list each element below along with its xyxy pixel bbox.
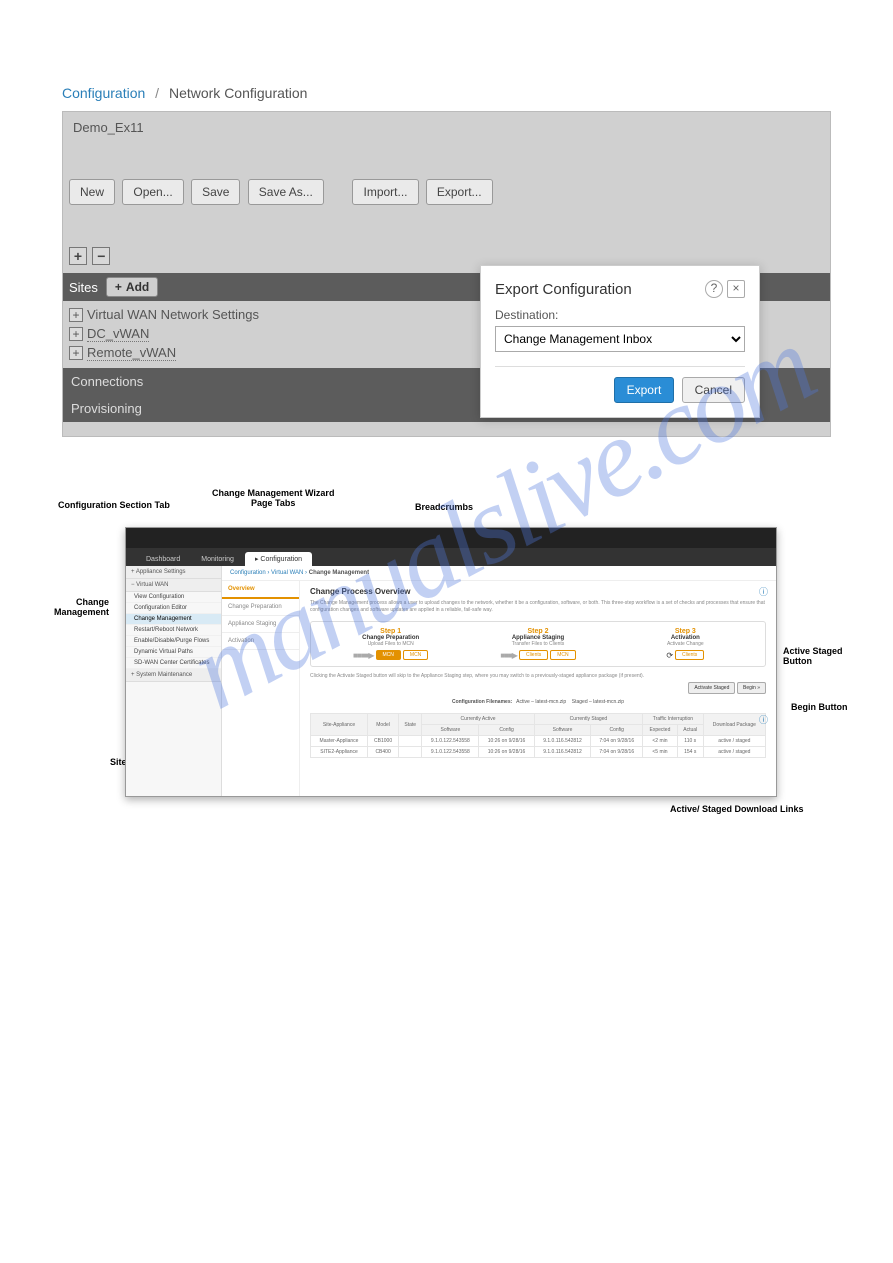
crumb-current: Change Management — [309, 570, 369, 576]
callout-wizard-tabs: Change Management Wizard Page Tabs — [212, 488, 334, 508]
side-item[interactable]: Configuration Editor — [126, 603, 221, 614]
help-icon[interactable]: ⓘ — [759, 585, 768, 598]
toolbar: New Open... Save Save As... Import... Ex… — [63, 175, 830, 215]
side-head-appliance[interactable]: + Appliance Settings — [126, 566, 221, 579]
download-link[interactable]: active / staged — [703, 736, 765, 747]
side-item[interactable]: Enable/Disable/Purge Flows — [126, 636, 221, 647]
side-item[interactable]: View Configuration — [126, 592, 221, 603]
wizard-tabs: Overview Change Preparation Appliance St… — [222, 581, 300, 796]
th-state: State — [399, 714, 422, 736]
export-confirm-button[interactable]: Export — [614, 377, 675, 403]
step-sub: Transfer Files to Clients — [464, 641, 611, 647]
page-title: Change Process Overview — [310, 587, 766, 596]
breadcrumb: Configuration / Network Configuration — [62, 85, 831, 101]
cancel-button[interactable]: Cancel — [682, 377, 745, 403]
side-head-sys[interactable]: + System Maintenance — [126, 669, 221, 682]
wizard-tab-overview[interactable]: Overview — [222, 581, 299, 599]
side-item-change-mgmt[interactable]: Change Management — [126, 614, 221, 625]
wizard-tab-activation[interactable]: Activation — [222, 633, 299, 650]
saveas-button[interactable]: Save As... — [248, 179, 324, 205]
step-2: Step 2 Appliance Staging Transfer Files … — [464, 628, 611, 660]
page-note: Clicking the Activate Staged button will… — [310, 673, 766, 679]
add-site-button[interactable]: +Add — [106, 277, 158, 297]
breadcrumb-link[interactable]: Configuration — [62, 85, 145, 101]
app-topbar — [126, 528, 776, 548]
config-filenames: Configuration Filenames: Active – latest… — [310, 695, 766, 709]
callout-change-mgmt: Change Management — [54, 597, 109, 617]
badge: Clients — [675, 650, 704, 660]
destination-label: Destination: — [495, 308, 745, 322]
callout-config-tab: Configuration Section Tab — [58, 500, 170, 510]
th-staged: Currently Staged — [534, 714, 642, 725]
step-sub: Activate Change — [612, 641, 759, 647]
export-config-modal: Export Configuration ? × Destination: Ch… — [480, 265, 760, 418]
breadcrumb-current: Network Configuration — [169, 85, 308, 101]
tab-configuration[interactable]: ▸ Configuration — [245, 552, 312, 566]
plus-icon[interactable]: + — [69, 308, 83, 322]
sites-label: Sites — [69, 280, 98, 295]
plus-icon[interactable]: + — [69, 327, 83, 341]
save-button[interactable]: Save — [191, 179, 240, 205]
collapse-all-button[interactable]: − — [92, 247, 110, 265]
th-traffic: Traffic Interruption — [643, 714, 704, 725]
badge: Clients — [519, 650, 548, 660]
callout-active-staged: Active Staged Button — [783, 646, 843, 666]
th-active: Currently Active — [422, 714, 534, 725]
inner-breadcrumbs: Configuration › Virtual WAN › Change Man… — [222, 566, 776, 581]
annotated-diagram: Configuration Section Tab Change Managem… — [50, 482, 843, 832]
help-icon[interactable]: ⓘ — [759, 713, 768, 726]
step-1: Step 1 Change Preparation Upload Files t… — [317, 628, 464, 660]
badge: MCN — [403, 650, 428, 660]
side-head-vwan[interactable]: − Virtual WAN — [126, 579, 221, 592]
wizard-tab-staging[interactable]: Appliance Staging — [222, 616, 299, 633]
new-button[interactable]: New — [69, 179, 115, 205]
begin-button[interactable]: Begin » — [737, 682, 766, 694]
table-row: Master-ApplianceCB1000 9.1.0.122.5435581… — [311, 736, 766, 747]
callout-begin: Begin Button — [791, 702, 848, 712]
table-row: SITE2-ApplianceCB400 9.1.0.122.54355810:… — [311, 747, 766, 758]
side-item[interactable]: Dynamic Virtual Paths — [126, 647, 221, 658]
breadcrumb-sep: / — [155, 85, 159, 101]
step-header: Step 3 — [612, 628, 759, 635]
open-button[interactable]: Open... — [122, 179, 183, 205]
steps-box: Step 1 Change Preparation Upload Files t… — [310, 621, 766, 667]
export-button[interactable]: Export... — [426, 179, 493, 205]
th-model: Model — [368, 714, 399, 736]
site-appliance-table: Site-Appliance Model State Currently Act… — [310, 713, 766, 758]
step-header: Step 1 — [317, 628, 464, 635]
close-icon[interactable]: × — [727, 280, 745, 298]
step-3: Step 3 Activation Activate Change ⟳Clien… — [612, 628, 759, 660]
badge: MCN — [550, 650, 575, 660]
page-area: ⓘ Change Process Overview The Change Man… — [300, 581, 776, 796]
config-title: Demo_Ex11 — [63, 112, 830, 175]
activate-staged-button[interactable]: Activate Staged — [688, 682, 735, 694]
sidebar: + Appliance Settings − Virtual WAN View … — [126, 566, 222, 796]
plus-icon[interactable]: + — [69, 346, 83, 360]
th-download: Download Package — [703, 714, 765, 736]
th-site: Site-Appliance — [311, 714, 368, 736]
side-item[interactable]: SD-WAN Center Certificates — [126, 658, 221, 669]
help-icon[interactable]: ? — [705, 280, 723, 298]
modal-title: Export Configuration — [495, 281, 632, 298]
step-sub: Upload Files to MCN — [317, 641, 464, 647]
step-header: Step 2 — [464, 628, 611, 635]
destination-select[interactable]: Change Management Inbox — [495, 326, 745, 352]
page-desc: The Change Management process allows a u… — [310, 600, 766, 613]
tab-monitoring[interactable]: Monitoring — [191, 553, 244, 566]
crumb[interactable]: Configuration — [230, 570, 266, 576]
expand-all-button[interactable]: + — [69, 247, 87, 265]
app-shell: Dashboard Monitoring ▸ Configuration + A… — [125, 527, 777, 797]
app-tabbar: Dashboard Monitoring ▸ Configuration — [126, 548, 776, 566]
side-item[interactable]: Restart/Reboot Network — [126, 625, 221, 636]
tab-dashboard[interactable]: Dashboard — [136, 553, 190, 566]
import-button[interactable]: Import... — [352, 179, 418, 205]
main-area: Configuration › Virtual WAN › Change Man… — [222, 566, 776, 796]
crumb[interactable]: Virtual WAN — [271, 570, 303, 576]
wizard-tab-prep[interactable]: Change Preparation — [222, 599, 299, 616]
callout-breadcrumbs: Breadcrumbs — [415, 502, 473, 512]
callout-dl-links: Active/ Staged Download Links — [670, 804, 804, 814]
download-link[interactable]: active / staged — [703, 747, 765, 758]
badge: MCN — [376, 650, 401, 660]
